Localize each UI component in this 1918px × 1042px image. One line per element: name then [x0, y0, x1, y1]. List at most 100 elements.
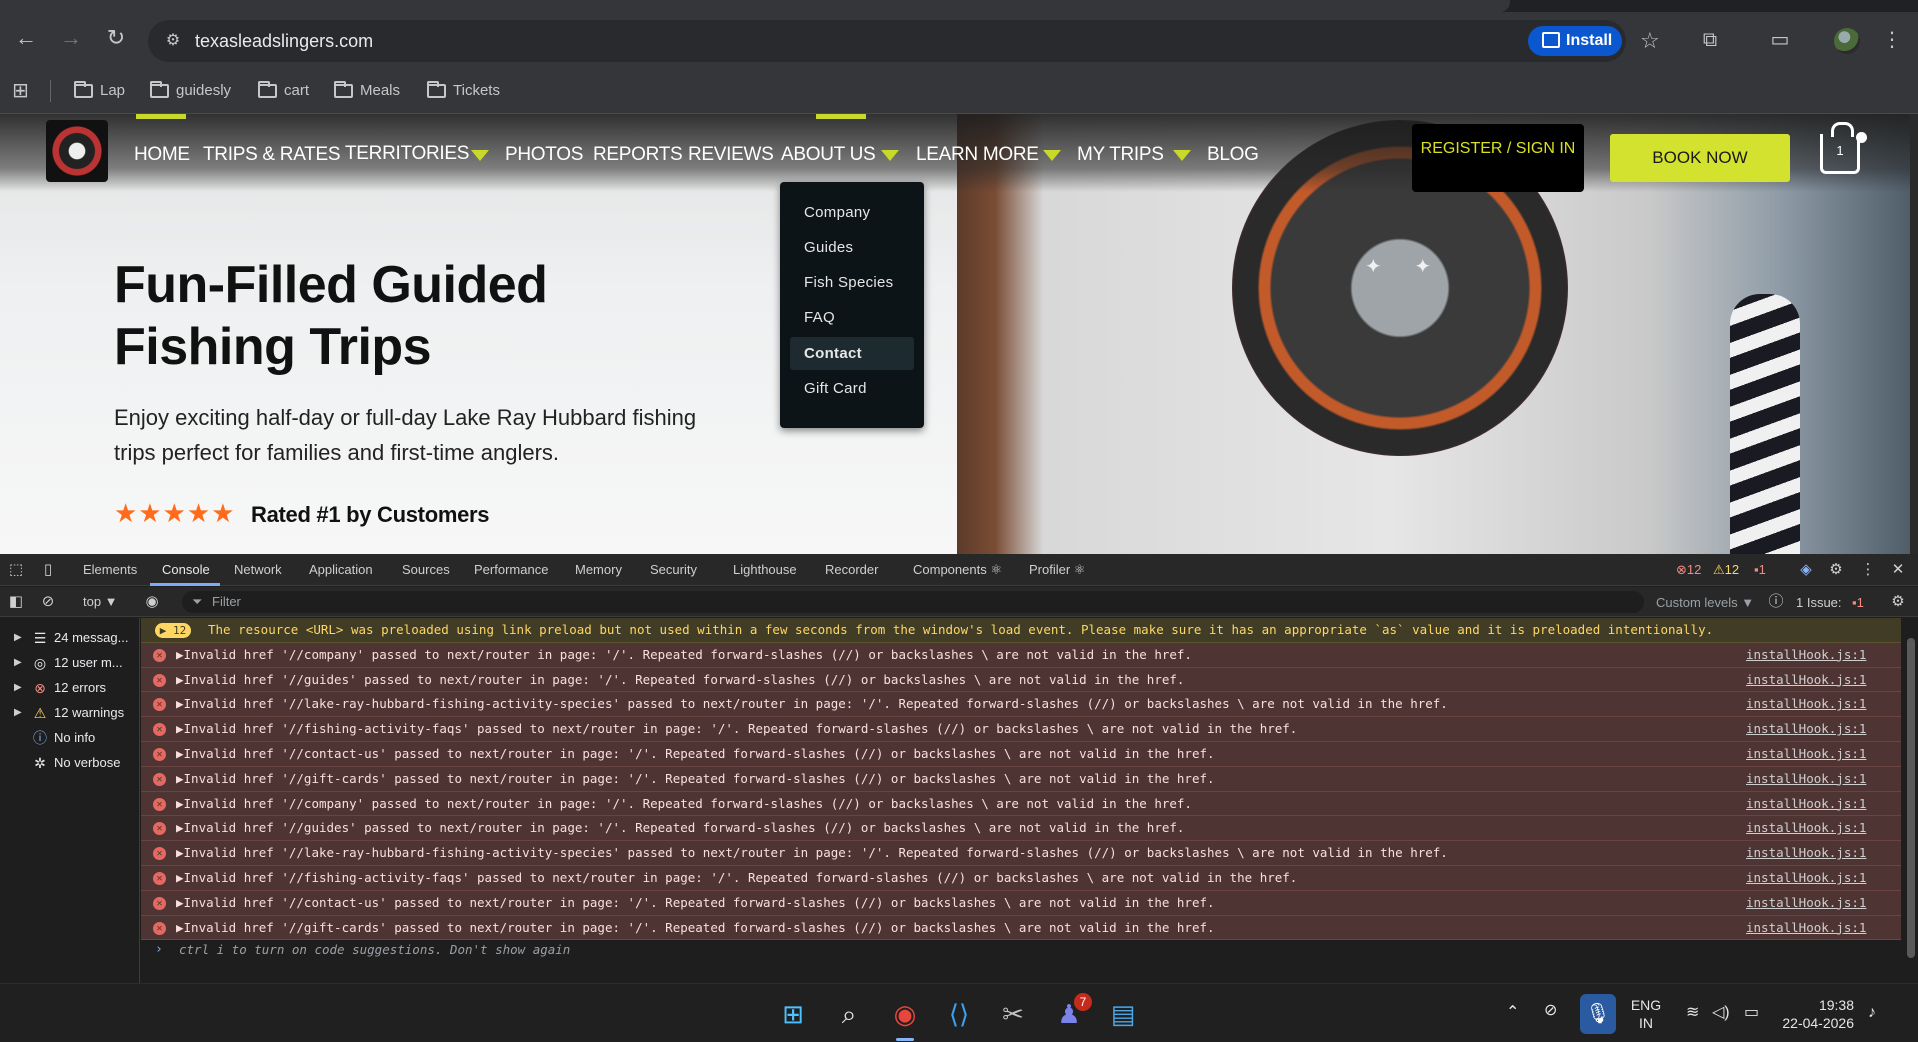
tab-components[interactable]: Components ⚛ — [913, 562, 1002, 578]
error-message[interactable]: ▶Invalid href '//company' passed to next… — [176, 643, 1192, 668]
source-link[interactable]: installHook.js:1 — [1746, 841, 1866, 866]
volume-icon[interactable]: ◁) — [1712, 1004, 1730, 1022]
error-message[interactable]: ▶Invalid href '//guides' passed to next/… — [176, 668, 1184, 693]
console-scrollbar[interactable] — [1904, 618, 1918, 983]
source-link[interactable]: installHook.js:1 — [1746, 643, 1866, 668]
nav-territories[interactable]: TERRITORIES — [345, 143, 469, 165]
wifi-icon[interactable]: ≋ — [1686, 1004, 1699, 1022]
tab-performance[interactable]: Performance — [474, 562, 548, 578]
error-message[interactable]: ▶Invalid href '//gift-cards' passed to n… — [176, 916, 1215, 941]
console-error-row[interactable]: ✕ ▶Invalid href '//contact-us' passed to … — [141, 890, 1901, 916]
extensions-icon[interactable]: ⧉ — [1696, 26, 1724, 54]
console-settings-gear-icon[interactable]: ⚙ — [1888, 592, 1908, 612]
clear-console-icon[interactable]: ⊘ — [38, 592, 58, 612]
nav-reviews[interactable]: REVIEWS — [688, 144, 774, 166]
nav-about-us[interactable]: ABOUT US — [781, 144, 876, 166]
source-link[interactable]: installHook.js:1 — [1746, 717, 1866, 742]
profile-avatar[interactable] — [1834, 28, 1860, 54]
error-message[interactable]: ▶Invalid href '//lake-ray-hubbard-fishin… — [176, 841, 1448, 866]
tab-memory[interactable]: Memory — [575, 562, 622, 578]
dropdown-item-gift-card[interactable]: Gift Card — [790, 372, 914, 405]
source-link[interactable]: installHook.js:1 — [1746, 891, 1866, 916]
battery-icon[interactable]: ▭ — [1744, 1004, 1759, 1022]
console-error-row[interactable]: ✕ ▶Invalid href '//company' passed to nex… — [141, 642, 1901, 668]
error-message[interactable]: ▶Invalid href '//guides' passed to next/… — [176, 816, 1184, 841]
notepad-icon[interactable]: ▤ — [1106, 997, 1140, 1031]
dropdown-item-contact[interactable]: Contact — [790, 337, 914, 370]
bookmark-star-icon[interactable]: ☆ — [1640, 26, 1660, 56]
bookmark-folder-guidesly[interactable]: guidesly — [150, 80, 231, 102]
bookmark-folder-tickets[interactable]: Tickets — [427, 80, 500, 102]
issues-link[interactable]: ▪1 — [1852, 595, 1864, 611]
tab-recorder[interactable]: Recorder — [825, 562, 878, 578]
context-selector[interactable]: top ▼ — [83, 594, 118, 610]
filter-input[interactable]: ⏷ Filter — [182, 591, 1644, 613]
site-info-icon[interactable]: ⚙ — [162, 30, 184, 52]
console-warning-row[interactable]: ▶ 12 The resource <URL> was preloaded us… — [141, 618, 1901, 643]
source-link[interactable]: installHook.js:1 — [1746, 792, 1866, 817]
issues-label[interactable]: 1 Issue: — [1796, 595, 1842, 611]
territories-caret-icon[interactable] — [471, 150, 489, 161]
windows-start-icon[interactable]: ⊞ — [776, 997, 810, 1031]
inspect-element-icon[interactable]: ⬚ — [6, 560, 26, 580]
reload-icon[interactable]: ↻ — [100, 22, 132, 54]
source-link[interactable]: installHook.js:1 — [1746, 742, 1866, 767]
source-link[interactable]: installHook.js:1 — [1746, 916, 1866, 941]
device-toolbar-icon[interactable]: ▯ — [38, 560, 58, 580]
error-message[interactable]: ▶Invalid href '//company' passed to next… — [176, 792, 1192, 817]
book-now-button[interactable]: BOOK NOW — [1610, 134, 1790, 182]
dropdown-item-fish-species[interactable]: Fish Species — [790, 266, 914, 299]
console-error-row[interactable]: ✕ ▶Invalid href '//company' passed to nex… — [141, 791, 1901, 817]
snipping-tool-icon[interactable]: ✂ — [996, 997, 1030, 1031]
sidebar-item-messages[interactable]: ▶ ☰ 24 messag... — [14, 628, 140, 648]
tab-security[interactable]: Security — [650, 562, 697, 578]
sidebar-item-warnings[interactable]: ▶ ⚠ 12 warnings — [14, 703, 140, 723]
address-bar[interactable]: ⚙ texasleadslingers.com Install ☆ — [148, 20, 1660, 62]
vscode-icon[interactable]: ⟨⟩ — [942, 997, 976, 1031]
log-levels-dropdown[interactable]: Custom levels ▼ — [1656, 595, 1754, 611]
console-error-row[interactable]: ✕ ▶Invalid href '//lake-ray-hubbard-fishi… — [141, 841, 1901, 866]
bookmark-folder-lap[interactable]: Lap — [74, 80, 125, 102]
live-expression-eye-icon[interactable]: ◉ — [142, 592, 162, 612]
bookmark-folder-cart[interactable]: cart — [258, 80, 309, 102]
menu-dots-icon[interactable]: ⋮ — [1878, 26, 1906, 54]
about-us-caret-icon[interactable] — [881, 150, 899, 161]
warning-group-badge[interactable]: ▶ 12 — [155, 623, 191, 638]
tab-network[interactable]: Network — [234, 562, 282, 578]
source-link[interactable]: installHook.js:1 — [1746, 767, 1866, 792]
microphone-icon[interactable]: 🎙 — [1580, 994, 1616, 1034]
console-scrollbar-thumb[interactable] — [1907, 638, 1915, 958]
nav-reports[interactable]: REPORTS — [593, 144, 683, 166]
sidebar-item-errors[interactable]: ▶ ⊗ 12 errors — [14, 678, 140, 698]
console-prompt-row[interactable]: › ctrl i to turn on code suggestions. Do… — [141, 938, 1901, 963]
sidebar-item-user-messages[interactable]: ▶ ◎ 12 user m... — [14, 653, 140, 673]
tab-profiler[interactable]: Profiler ⚛ — [1029, 562, 1085, 578]
error-message[interactable]: ▶Invalid href '//fishing-activity-faqs' … — [176, 866, 1297, 891]
active-tab[interactable] — [0, 0, 1510, 12]
console-error-row[interactable]: ✕ ▶Invalid href '//gift-cards' passed to … — [141, 766, 1901, 792]
nav-photos[interactable]: PHOTOS — [505, 144, 583, 166]
dropdown-item-faq[interactable]: FAQ — [790, 301, 914, 334]
register-sign-in-button[interactable]: REGISTER / SIGN IN — [1412, 124, 1584, 192]
error-message[interactable]: ▶Invalid href '//contact-us' passed to n… — [176, 891, 1215, 916]
code-suggestions-hint[interactable]: ctrl i to turn on code suggestions. Don'… — [179, 938, 570, 963]
dropdown-item-company[interactable]: Company — [790, 196, 914, 229]
tab-search-icon[interactable]: ▭ — [1766, 26, 1794, 54]
bookmark-folder-meals[interactable]: Meals — [334, 80, 400, 102]
console-error-row[interactable]: ✕ ▶Invalid href '//contact-us' passed to … — [141, 742, 1901, 767]
error-message[interactable]: ▶Invalid href '//fishing-activity-faqs' … — [176, 717, 1297, 742]
console-error-row[interactable]: ✕ ▶Invalid href '//guides' passed to next… — [141, 816, 1901, 842]
sidebar-toggle-icon[interactable]: ◧ — [6, 592, 26, 612]
notifications-bell-icon[interactable]: ♪ — [1868, 1004, 1876, 1022]
show-hidden-icons-chevron-icon[interactable]: ⌃ — [1506, 1004, 1519, 1022]
tab-sources[interactable]: Sources — [402, 562, 450, 578]
console-error-row[interactable]: ✕ ▶Invalid href '//guides' passed to next… — [141, 667, 1901, 693]
close-devtools-icon[interactable]: ✕ — [1888, 560, 1908, 580]
issue-count-badge[interactable]: ▪1 — [1754, 562, 1766, 578]
copilot-icon[interactable]: ◈ — [1796, 560, 1816, 580]
site-logo[interactable] — [46, 120, 108, 182]
error-message[interactable]: ▶Invalid href '//lake-ray-hubbard-fishin… — [176, 692, 1448, 717]
learn-more-caret-icon[interactable] — [1043, 150, 1061, 161]
settings-gear-icon[interactable]: ⚙ — [1826, 560, 1846, 580]
chrome-icon[interactable]: ◉ — [888, 997, 922, 1031]
